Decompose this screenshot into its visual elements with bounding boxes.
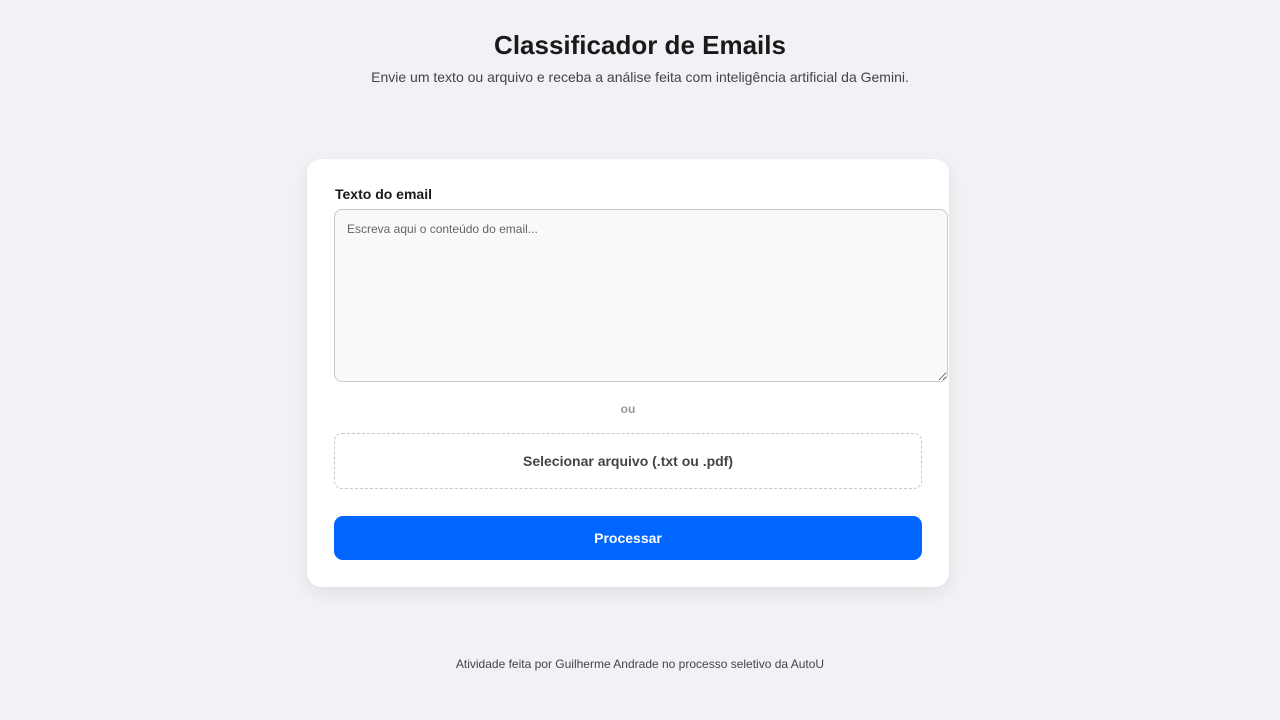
email-text-input[interactable] xyxy=(334,209,948,382)
page-subtitle: Envie um texto ou arquivo e receba a aná… xyxy=(371,69,909,85)
form-card: Texto do email ou Selecionar arquivo (.t… xyxy=(307,159,949,587)
email-text-label: Texto do email xyxy=(335,186,432,202)
select-file-button[interactable]: Selecionar arquivo (.txt ou .pdf) xyxy=(334,433,922,489)
page-title: Classificador de Emails xyxy=(494,30,786,60)
process-button[interactable]: Processar xyxy=(334,516,922,560)
footer-credit: Atividade feita por Guilherme Andrade no… xyxy=(455,657,825,671)
page-header: Classificador de Emails Envie um texto o… xyxy=(0,28,1280,86)
or-divider: ou xyxy=(620,402,636,416)
select-file-label: Selecionar arquivo (.txt ou .pdf) xyxy=(522,453,734,469)
